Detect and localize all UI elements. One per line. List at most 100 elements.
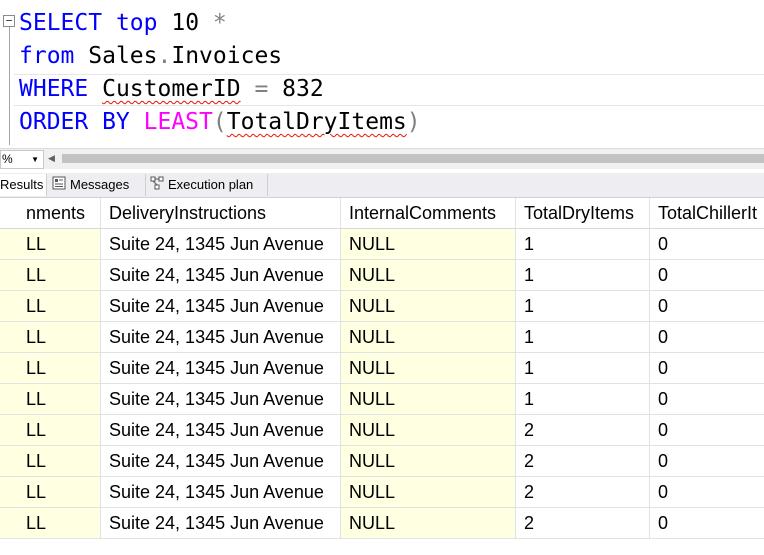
keyword-order-by: ORDER BY xyxy=(19,109,130,135)
table-cell[interactable]: Suite 24, 1345 Jun Avenue xyxy=(101,229,341,260)
table-row[interactable]: LL Suite 24, 1345 Jun Avenue NULL 2 0 xyxy=(0,508,764,539)
table-row[interactable]: LL Suite 24, 1345 Jun Avenue NULL 1 0 xyxy=(0,353,764,384)
table-cell[interactable]: LL xyxy=(0,291,101,322)
function-least: LEAST xyxy=(143,109,213,135)
code-line-1: SELECT top 10 * xyxy=(19,7,227,40)
star-operator: * xyxy=(212,10,227,36)
table-cell[interactable]: 2 xyxy=(516,508,650,539)
tab-results[interactable]: Results xyxy=(0,174,47,196)
table-row[interactable]: LL Suite 24, 1345 Jun Avenue NULL 2 0 xyxy=(0,446,764,477)
table-cell[interactable]: 2 xyxy=(516,415,650,446)
table-cell[interactable]: 0 xyxy=(650,291,764,322)
chevron-down-icon: ▼ xyxy=(31,155,39,164)
table-cell[interactable]: Suite 24, 1345 Jun Avenue xyxy=(101,322,341,353)
table-cell[interactable]: 1 xyxy=(516,322,650,353)
table-cell[interactable]: 1 xyxy=(516,353,650,384)
table-cell[interactable]: Suite 24, 1345 Jun Avenue xyxy=(101,291,341,322)
table-cell[interactable]: 0 xyxy=(650,477,764,508)
scroll-left-icon[interactable]: ◀ xyxy=(48,153,55,164)
table-cell[interactable]: LL xyxy=(0,229,101,260)
table-cell[interactable]: 1 xyxy=(516,229,650,260)
table-cell[interactable]: 0 xyxy=(650,384,764,415)
table-row[interactable]: LL Suite 24, 1345 Jun Avenue NULL 2 0 xyxy=(0,415,764,446)
table-row[interactable]: LL Suite 24, 1345 Jun Avenue NULL 1 0 xyxy=(0,229,764,260)
table-cell[interactable]: 0 xyxy=(650,260,764,291)
table-cell[interactable]: LL xyxy=(0,508,101,539)
horizontal-scrollbar-thumb[interactable] xyxy=(62,154,764,163)
code-line-2: from Sales.Invoices xyxy=(19,40,282,73)
table-cell[interactable]: NULL xyxy=(341,291,516,322)
tab-execution-plan[interactable]: Execution plan xyxy=(146,174,268,196)
column-totaldryitems: TotalDryItems xyxy=(226,109,407,135)
table-cell[interactable]: NULL xyxy=(341,322,516,353)
table-cell[interactable]: NULL xyxy=(341,384,516,415)
zoom-value: % xyxy=(2,152,13,166)
table-cell[interactable]: 0 xyxy=(650,229,764,260)
table-cell[interactable]: LL xyxy=(0,477,101,508)
table-cell[interactable]: 1 xyxy=(516,291,650,322)
grid-header-row: nments DeliveryInstructions InternalComm… xyxy=(0,198,764,229)
table-cell[interactable]: NULL xyxy=(341,508,516,539)
editor-status-strip: % ▼ ◀ xyxy=(0,148,764,169)
table-row[interactable]: LL Suite 24, 1345 Jun Avenue NULL 1 0 xyxy=(0,384,764,415)
top-count: 10 xyxy=(171,10,200,36)
customer-value: 832 xyxy=(282,76,324,102)
table-cell[interactable]: NULL xyxy=(341,477,516,508)
table-row[interactable]: LL Suite 24, 1345 Jun Avenue NULL 1 0 xyxy=(0,322,764,353)
table-cell[interactable]: Suite 24, 1345 Jun Avenue xyxy=(101,384,341,415)
zoom-dropdown[interactable]: % ▼ xyxy=(0,150,44,169)
table-cell[interactable]: LL xyxy=(0,446,101,477)
table-cell[interactable]: 0 xyxy=(650,415,764,446)
results-tab-bar: Results Messages Execution plan xyxy=(0,173,764,198)
results-grid[interactable]: nments DeliveryInstructions InternalComm… xyxy=(0,198,764,555)
table-cell[interactable]: LL xyxy=(0,353,101,384)
query-editor[interactable]: − SELECT top 10 * from Sales.Invoices WH… xyxy=(0,0,764,150)
collapse-region-icon[interactable]: − xyxy=(3,15,15,27)
table-cell[interactable]: NULL xyxy=(341,446,516,477)
table-cell[interactable]: Suite 24, 1345 Jun Avenue xyxy=(101,353,341,384)
dot-operator: . xyxy=(157,43,172,69)
table-cell[interactable]: LL xyxy=(0,415,101,446)
code-line-3: WHERE CustomerID = 832 xyxy=(19,73,324,106)
column-customerid: CustomerID xyxy=(102,76,241,102)
table-cell[interactable]: 1 xyxy=(516,260,650,291)
table-cell[interactable]: Suite 24, 1345 Jun Avenue xyxy=(101,477,341,508)
table-cell[interactable]: 0 xyxy=(650,446,764,477)
table-cell[interactable]: 1 xyxy=(516,384,650,415)
table-cell[interactable]: Suite 24, 1345 Jun Avenue xyxy=(101,415,341,446)
column-header[interactable]: InternalComments xyxy=(341,198,516,229)
tab-execution-plan-label: Execution plan xyxy=(168,177,254,192)
table-cell[interactable]: LL xyxy=(0,322,101,353)
column-header[interactable]: TotalChillerIt xyxy=(650,198,764,229)
table-cell[interactable]: NULL xyxy=(341,229,516,260)
table-cell[interactable]: LL xyxy=(0,260,101,291)
keyword-where: WHERE xyxy=(19,76,89,102)
schema-name: Sales xyxy=(88,43,158,69)
code-line-4: ORDER BY LEAST(TotalDryItems) xyxy=(19,106,421,139)
table-cell[interactable]: NULL xyxy=(341,415,516,446)
table-cell[interactable]: 0 xyxy=(650,353,764,384)
table-cell[interactable]: LL xyxy=(0,384,101,415)
execution-plan-icon xyxy=(150,175,164,197)
table-row[interactable]: LL Suite 24, 1345 Jun Avenue NULL 1 0 xyxy=(0,260,764,291)
table-row[interactable]: LL Suite 24, 1345 Jun Avenue NULL 1 0 xyxy=(0,291,764,322)
table-cell[interactable]: Suite 24, 1345 Jun Avenue xyxy=(101,446,341,477)
table-cell[interactable]: NULL xyxy=(341,260,516,291)
table-cell[interactable]: 0 xyxy=(650,508,764,539)
table-cell[interactable]: Suite 24, 1345 Jun Avenue xyxy=(101,508,341,539)
table-cell[interactable]: 2 xyxy=(516,477,650,508)
table-cell[interactable]: 0 xyxy=(650,322,764,353)
left-paren: ( xyxy=(212,109,227,135)
column-header[interactable]: TotalDryItems xyxy=(516,198,650,229)
column-header[interactable]: nments xyxy=(0,198,101,229)
keyword-top: top xyxy=(115,10,158,36)
table-cell[interactable]: NULL xyxy=(341,353,516,384)
tab-results-label: Results xyxy=(0,177,44,192)
column-header[interactable]: DeliveryInstructions xyxy=(101,198,341,229)
keyword-from: from xyxy=(19,43,75,69)
table-row[interactable]: LL Suite 24, 1345 Jun Avenue NULL 2 0 xyxy=(0,477,764,508)
table-cell[interactable]: Suite 24, 1345 Jun Avenue xyxy=(101,260,341,291)
tab-messages[interactable]: Messages xyxy=(48,174,146,196)
table-cell[interactable]: 2 xyxy=(516,446,650,477)
table-name: Invoices xyxy=(171,43,283,69)
